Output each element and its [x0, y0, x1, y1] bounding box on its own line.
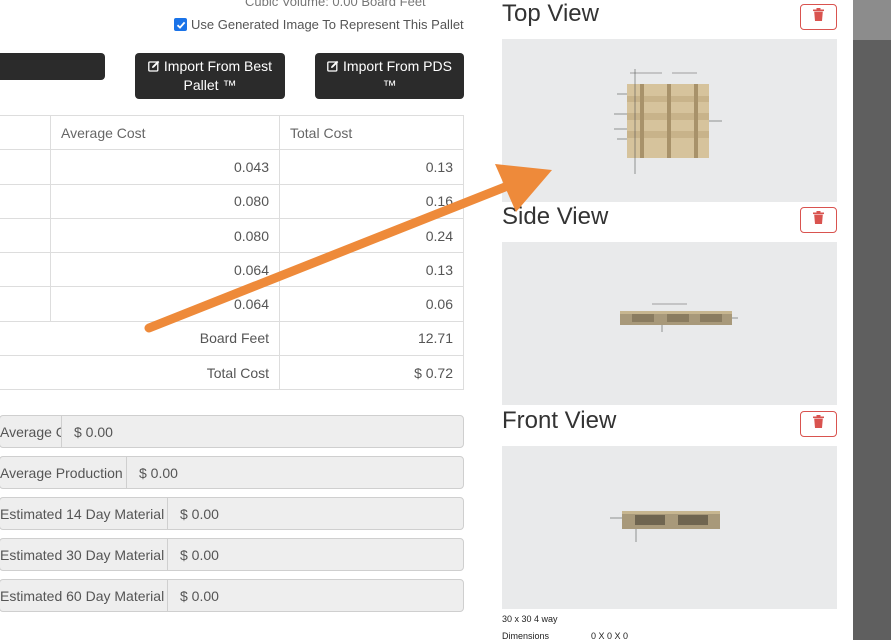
table-cell — [0, 217, 51, 254]
table-row: 0.080 0.16 — [0, 183, 464, 219]
table-cell — [0, 286, 51, 322]
summary-label: Estimated 14 Day Material Cost — [0, 505, 167, 522]
table-cell — [0, 149, 51, 185]
table-cell-total: 0.06 — [279, 286, 464, 322]
table-cell-total: 0.13 — [279, 252, 464, 288]
edit-icon — [327, 58, 343, 74]
summary-label: Average Production Cost — [0, 464, 126, 481]
board-feet-row: Board Feet 12.71 — [0, 320, 464, 357]
front-view-image — [502, 446, 837, 609]
table-cell — [0, 252, 51, 288]
table-cell-total: 0.24 — [279, 217, 464, 254]
use-generated-image-label: Use Generated Image To Represent This Pa… — [191, 17, 464, 32]
modal-backdrop — [853, 0, 891, 640]
use-generated-image-checkbox[interactable]: Use Generated Image To Represent This Pa… — [174, 17, 464, 32]
top-view-title: Top View — [502, 0, 599, 27]
average-production-cost-field: Average Production Cost $ 0.00 — [0, 456, 464, 489]
import-pds-label-1: Import From PDS — [343, 58, 452, 74]
import-from-pds-button[interactable]: Import From PDS ™ — [315, 53, 464, 99]
dimensions-value: 0 X 0 X 0 — [591, 631, 629, 640]
summary-value: $ 0.00 — [180, 546, 219, 563]
trash-icon — [813, 211, 824, 229]
edit-icon — [148, 58, 164, 74]
average-cost-field: Average Cost $ 0.00 — [0, 415, 464, 448]
side-view-image — [502, 242, 837, 405]
pallet-name: 30 x 30 4 way — [502, 614, 558, 624]
summary-label: Estimated 30 Day Material Cost — [0, 546, 167, 563]
estimated-14-day-cost-field: Estimated 14 Day Material Cost $ 0.00 — [0, 497, 464, 530]
import-button-left[interactable] — [0, 53, 105, 80]
summary-label: Average Cost — [0, 423, 61, 440]
trash-icon — [813, 8, 824, 26]
summary-value: $ 0.00 — [74, 423, 113, 440]
total-cost-value: $ 0.72 — [279, 355, 464, 391]
delete-top-view-button[interactable] — [800, 4, 837, 30]
table-cell-total: 0.16 — [279, 183, 464, 219]
table-header-row: Average Cost Total Cost — [0, 114, 464, 151]
board-feet-label: Board Feet — [0, 320, 280, 357]
summary-value: $ 0.00 — [180, 587, 219, 604]
summary-value: $ 0.00 — [180, 505, 219, 522]
trash-icon — [813, 415, 824, 433]
delete-side-view-button[interactable] — [800, 207, 837, 233]
table-row: 0.064 0.06 — [0, 286, 464, 322]
table-cell — [0, 183, 51, 219]
total-cost-label: Total Cost — [0, 355, 280, 391]
side-view-title: Side View — [502, 203, 609, 230]
dimensions-label: Dimensions — [502, 631, 550, 640]
estimated-30-day-cost-field: Estimated 30 Day Material Cost $ 0.00 — [0, 538, 464, 571]
table-row: 0.064 0.13 — [0, 252, 464, 288]
table-header-total-cost: Total Cost — [279, 114, 464, 151]
import-best-label-2: Pallet ™ — [183, 77, 237, 93]
board-feet-value: 12.71 — [279, 320, 464, 357]
checkbox-checked-icon[interactable] — [174, 18, 187, 31]
table-cell-total: 0.13 — [279, 149, 464, 185]
front-view-title: Front View — [502, 407, 617, 434]
cubic-volume-text: Cubic Volume: 0.00 Board Feet — [245, 0, 426, 9]
cost-table: Average Cost Total Cost 0.043 0.13 0.080… — [0, 114, 464, 391]
table-header-average-cost: Average Cost — [50, 114, 280, 151]
import-from-best-pallet-button[interactable]: Import From Best Pallet ™ — [135, 53, 285, 99]
summary-value: $ 0.00 — [139, 464, 178, 481]
table-cell-average: 0.043 — [50, 149, 280, 185]
table-cell-average: 0.064 — [50, 286, 280, 322]
summary-label: Estimated 60 Day Material Cost — [0, 587, 167, 604]
top-view-image — [502, 39, 837, 202]
table-row: 0.080 0.24 — [0, 217, 464, 254]
import-pds-label-2: ™ — [382, 77, 397, 93]
table-row: 0.043 0.13 — [0, 149, 464, 185]
estimated-60-day-cost-field: Estimated 60 Day Material Cost $ 0.00 — [0, 579, 464, 612]
import-best-label-1: Import From Best — [163, 58, 273, 74]
table-cell-average: 0.080 — [50, 217, 280, 254]
table-cell-average: 0.064 — [50, 252, 280, 288]
table-cell-average: 0.080 — [50, 183, 280, 219]
table-header-blank — [0, 114, 51, 151]
total-cost-row: Total Cost $ 0.72 — [0, 355, 464, 391]
delete-front-view-button[interactable] — [800, 411, 837, 437]
